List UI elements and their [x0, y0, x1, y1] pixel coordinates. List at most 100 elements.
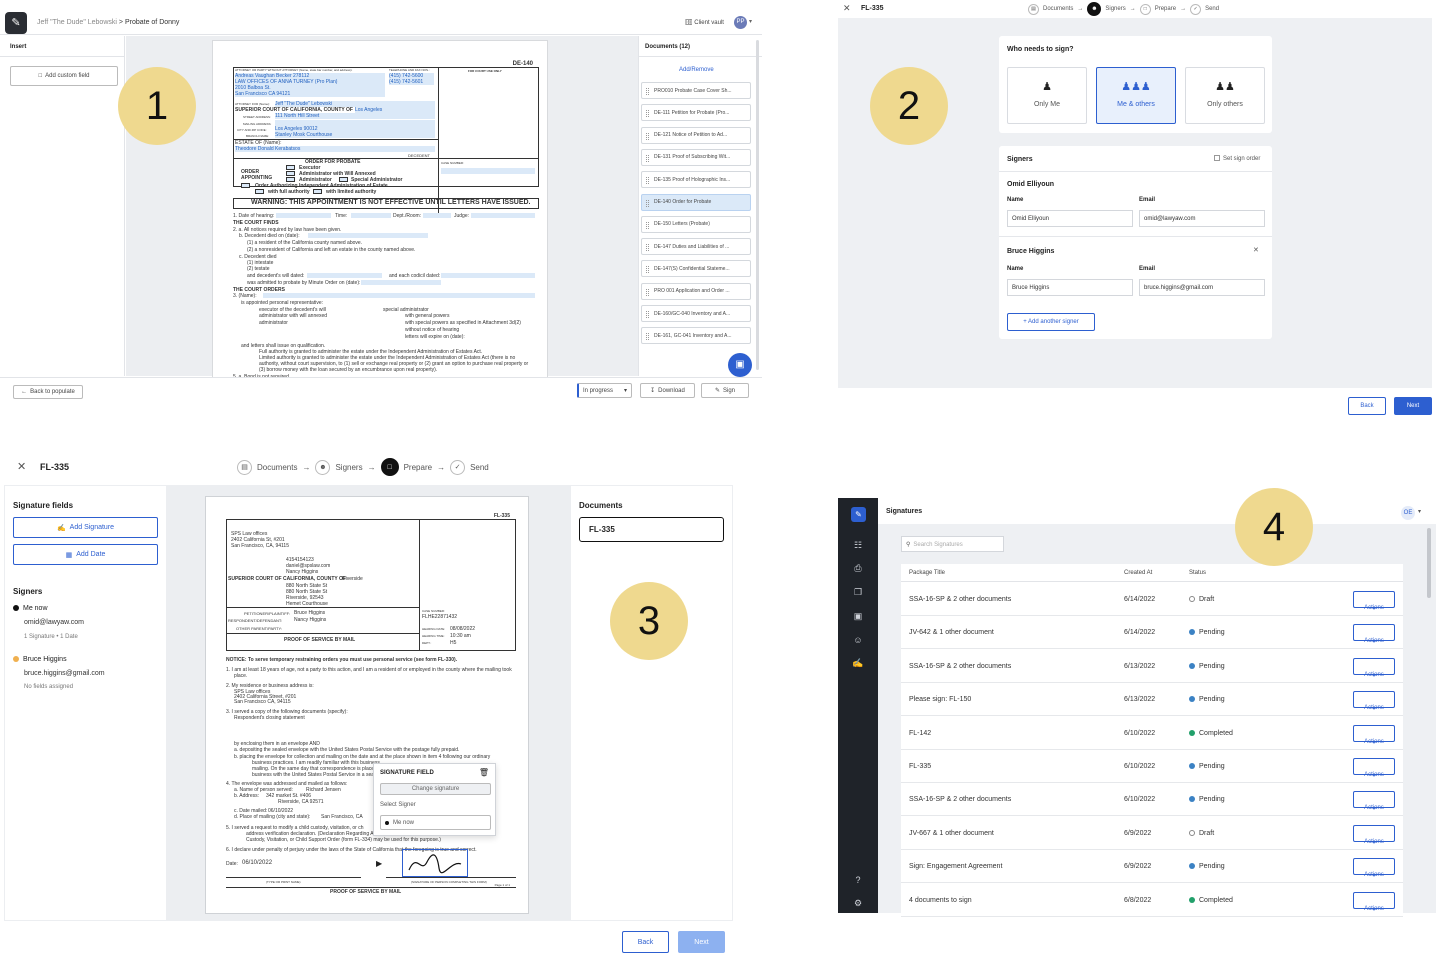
admin-annexed-option[interactable]: administrator with will annexed — [259, 313, 327, 319]
drag-handle-icon[interactable] — [646, 154, 649, 162]
county-value[interactable]: Riverside — [342, 576, 363, 582]
trash-icon[interactable]: 🗑 — [479, 768, 489, 777]
nonresident-option[interactable]: (2) a nonresident of California and left… — [247, 247, 415, 253]
petitioner-value[interactable]: Bruce Higgins — [294, 610, 325, 616]
step-signers[interactable]: Signers — [335, 463, 362, 472]
sign-button[interactable]: ✎ Sign — [701, 383, 749, 398]
app-logo-icon[interactable]: ✎ — [851, 507, 866, 522]
court-street-field[interactable]: 111 North Hill Street — [275, 113, 435, 119]
option-only-me[interactable]: ♟ Only Me — [1007, 67, 1087, 124]
actions-button[interactable]: Actions ▾ — [1353, 624, 1395, 645]
phone2-field[interactable]: (415) 742-5601 — [389, 79, 434, 85]
grid-icon[interactable]: ☷ — [852, 539, 864, 551]
document-list-item[interactable]: DE-131 Proof of Subscribing Wit... — [641, 148, 751, 166]
drag-handle-icon[interactable] — [646, 88, 649, 95]
package-title[interactable]: JV-642 & 1 other document — [909, 629, 994, 636]
without-notice-option[interactable]: without notice of hearing — [405, 327, 459, 333]
scrollbar[interactable] — [1427, 528, 1431, 598]
signature-icon[interactable]: ✍ — [852, 657, 864, 669]
table-row[interactable]: SSA-16-SP & 2 other documents 6/10/2022 Pe… — [901, 783, 1403, 817]
table-row[interactable]: 4 documents to sign 6/8/2022 Completed Acti… — [901, 884, 1403, 917]
judge-field[interactable] — [471, 213, 535, 218]
document-list-item[interactable]: DE-160/GC-040 Inventory and A... — [641, 305, 751, 322]
drag-handle-icon[interactable] — [646, 333, 649, 341]
remove-signer-close-icon[interactable]: ✕ — [1253, 246, 1259, 254]
actions-button[interactable]: Actions ▾ — [1353, 591, 1395, 612]
date-hearing-field[interactable] — [276, 213, 331, 218]
chat-launcher-button[interactable]: ▣ — [728, 353, 752, 377]
avatar[interactable]: OE — [1401, 506, 1415, 520]
back-button[interactable]: Back — [1348, 397, 1386, 415]
chevron-down-icon[interactable]: ▾ — [749, 18, 752, 25]
step-documents[interactable]: Documents — [1043, 6, 1073, 12]
decedent-field[interactable]: Theodore Donald Kerabatsos — [235, 146, 435, 152]
document-item-selected[interactable]: FL-335 — [579, 517, 724, 542]
step-prepare[interactable]: Prepare — [404, 463, 432, 472]
executor-checkbox[interactable] — [286, 165, 295, 170]
scrollbar[interactable] — [756, 40, 759, 370]
actions-button[interactable]: Actions ▾ — [1353, 824, 1395, 846]
case-number-field[interactable] — [441, 168, 535, 174]
step-send[interactable]: Send — [1205, 6, 1219, 12]
case-number-value[interactable]: FLHE22871432 — [422, 614, 457, 620]
special-powers-option[interactable]: with special powers as specified in Atta… — [405, 320, 521, 326]
administrator-checkbox[interactable] — [286, 177, 295, 182]
add-date-button[interactable]: ▦ Add Date — [13, 544, 158, 565]
next-button[interactable]: Next — [678, 931, 725, 953]
will-dated-field[interactable] — [307, 273, 382, 278]
branch-field[interactable]: Stanley Mosk Courthouse — [275, 132, 435, 138]
add-another-signer-button[interactable]: + Add another signer — [1007, 313, 1095, 331]
step-documents[interactable]: Documents — [257, 463, 297, 472]
depositing-option[interactable]: a. depositing the sealed envelope with t… — [234, 747, 459, 753]
table-row[interactable]: FL-142 6/10/2022 Completed Actions ▾ — [901, 717, 1403, 750]
package-title[interactable]: JV-667 & 1 other document — [909, 830, 994, 837]
date-value[interactable]: 06/10/2022 — [242, 860, 272, 866]
order-auth-checkbox[interactable] — [241, 183, 250, 188]
step-send[interactable]: Send — [470, 463, 489, 472]
caret-right-icon[interactable]: ▶ — [376, 859, 382, 868]
admin-plain-option[interactable]: administrator — [259, 320, 288, 326]
city-field[interactable]: San Francisco CA 94121 — [235, 91, 385, 97]
close-icon[interactable]: ✕ — [17, 460, 26, 473]
document-list-item[interactable]: PRO 001 Application and Order ... — [641, 282, 751, 300]
hearing-time-value[interactable]: 10:30 am — [450, 633, 471, 639]
back-to-populate-button[interactable]: ← Back to populate — [13, 385, 83, 399]
drag-handle-icon[interactable] — [646, 221, 649, 229]
add-remove-link[interactable]: Add/Remove — [679, 67, 714, 73]
person-icon[interactable]: ☺ — [852, 634, 864, 646]
item4a-value[interactable]: Richard Jensen — [306, 787, 341, 793]
step-prepare[interactable]: Prepare — [1155, 6, 1176, 12]
document-list-item[interactable]: DE-121 Notice of Petition to Ad... — [641, 126, 751, 144]
download-button[interactable]: ↧ Download — [640, 383, 695, 398]
document-list-item[interactable]: DE-150 Letters (Probate) — [641, 215, 751, 233]
respondent-value[interactable]: Nancy Higgins — [294, 617, 326, 623]
actions-button[interactable]: Actions ▾ — [1353, 791, 1395, 812]
option-only-others[interactable]: ♟♟ Only others — [1185, 67, 1265, 124]
decedent-died-field[interactable] — [308, 233, 428, 238]
avatar[interactable]: PP — [734, 16, 747, 29]
package-title[interactable]: Please sign: FL-150 — [909, 696, 971, 703]
document-list-item[interactable]: PRO010 Probate Case Cover Sh... — [641, 82, 751, 99]
actions-button[interactable]: Actions ▾ — [1353, 858, 1395, 879]
full-auth-checkbox[interactable] — [255, 189, 264, 194]
document-icon[interactable]: ⎙ — [852, 562, 864, 574]
signer2-name-input[interactable]: Bruce Higgins — [1007, 279, 1133, 296]
name3-field[interactable] — [263, 293, 535, 298]
back-button[interactable]: Back — [622, 931, 669, 953]
document-list-item[interactable]: DE-111 Petition for Probate (Pro... — [641, 104, 751, 122]
limited-auth-checkbox[interactable] — [313, 189, 322, 194]
hearing-date-value[interactable]: 08/08/2022 — [450, 626, 475, 632]
signer1-email-input[interactable]: omid@lawyaw.com — [1139, 210, 1265, 227]
package-title[interactable]: SSA-16-SP & 2 other documents — [909, 663, 1011, 670]
close-icon[interactable]: ✕ — [843, 3, 851, 14]
option-me-others[interactable]: ♟♟♟ Me & others — [1096, 67, 1176, 124]
search-input[interactable]: ⚲ Search Signatures — [901, 536, 1004, 552]
table-row[interactable]: Please sign: FL-150 6/13/2022 Pending Actio… — [901, 683, 1403, 717]
letters-expire-option[interactable]: letters will expire on (date): — [405, 334, 465, 340]
actions-button[interactable]: Actions ▾ — [1353, 724, 1395, 746]
document-list-item[interactable]: DE-147(S) Confidential Stateme... — [641, 260, 751, 278]
signer-me-now[interactable]: Me now — [13, 605, 48, 612]
signer1-name-input[interactable]: Omid Elliyoun — [1007, 210, 1133, 227]
table-row[interactable]: SSA-16-SP & 2 other documents 6/14/2022 Dr… — [901, 583, 1403, 616]
dept-value[interactable]: H5 — [450, 640, 456, 646]
